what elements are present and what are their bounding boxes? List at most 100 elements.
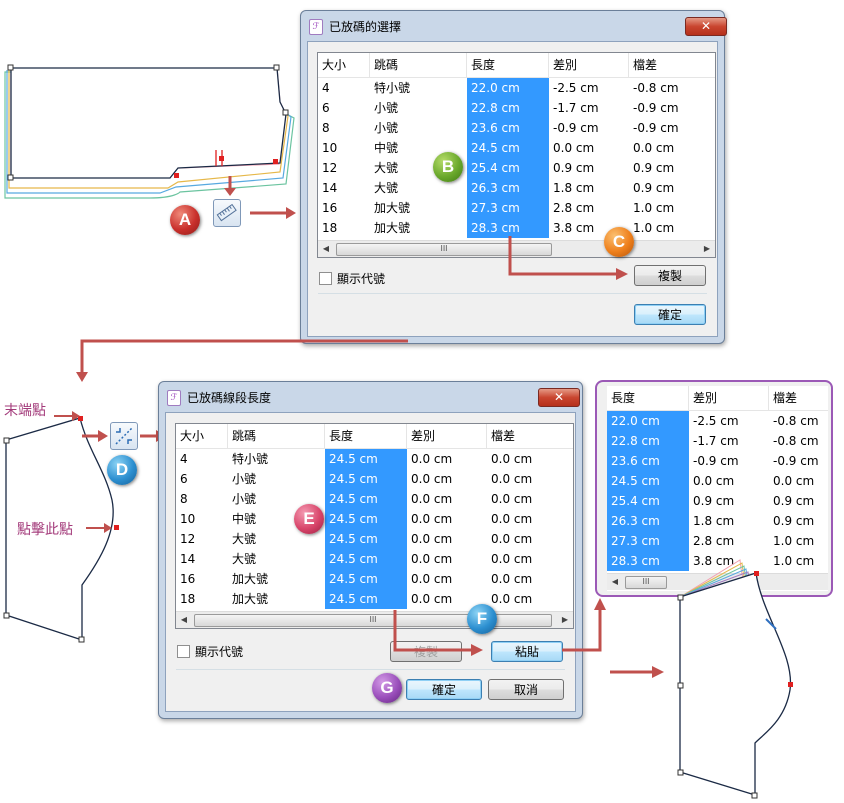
annotation-arrow-down-a [224,176,236,196]
cell-length: 24.5 cm [325,529,407,549]
dialog-titlebar: ℱ 已放碼線段長度 ✕ [159,382,582,412]
cell-diff: 1.8 cm [693,514,735,528]
app-icon: ℱ [167,390,181,406]
table-row[interactable]: 10 中號 24.5 cm 0.0 cm 0.0 cm [318,138,715,158]
scroll-thumb[interactable]: III [194,614,552,627]
table-row[interactable]: 4 特小號 22.0 cm -2.5 cm -0.8 cm [318,78,715,98]
scroll-left-icon[interactable]: ◀ [318,241,334,257]
cell-jump: 小號 [374,101,399,115]
measure-tool-button[interactable] [213,199,241,227]
annotation-arrow-to-paste [393,610,483,656]
cell-diff: -1.7 cm [693,434,739,448]
cell-length: 24.5 cm [325,549,407,569]
copy-button[interactable]: 複製 [634,265,706,286]
table-row[interactable]: 8 小號 23.6 cm -0.9 cm -0.9 cm [318,118,715,138]
segment-length-table[interactable]: 大小 跳碼 長度 差別 檔差 4 特小號 24.5 cm 0.0 cm 0.0 cm 6 小… [175,423,574,629]
col-header-jump[interactable]: 跳碼 [228,424,325,448]
scroll-thumb[interactable]: III [625,576,667,589]
col-header-grade[interactable]: 檔差 [487,424,573,448]
cell-grade: 1.0 cm [773,534,815,548]
cell-length: 24.5 cm [325,589,407,609]
cell-grade: 0.0 cm [491,492,533,506]
cancel-button[interactable]: 取消 [488,679,564,700]
cell-size: 4 [180,452,188,466]
col-header-grade[interactable]: 檔差 [629,53,715,77]
table-row[interactable]: 24.5 cm 0.0 cm 0.0 cm [607,471,828,491]
cell-size: 18 [180,592,196,606]
annotation-arrow-connector [76,339,408,382]
graded-segment-tool-button[interactable] [110,422,138,450]
table-row[interactable]: 23.6 cm -0.9 cm -0.9 cm [607,451,828,471]
cell-grade: -0.8 cm [633,81,679,95]
col-header-diff[interactable]: 差別 [549,53,629,77]
table-row[interactable]: 8 小號 24.5 cm 0.0 cm 0.0 cm [176,489,573,509]
scroll-left-icon[interactable]: ◀ [607,574,623,590]
scroll-left-icon[interactable]: ◀ [176,612,192,628]
ok-button[interactable]: 確定 [634,304,706,325]
cell-size: 16 [322,201,338,215]
cell-jump: 小號 [232,472,257,486]
col-header-grade[interactable]: 檔差 [769,386,828,410]
step-badge-e: E [294,504,324,534]
table-row[interactable]: 16 加大號 24.5 cm 0.0 cm 0.0 cm [176,569,573,589]
cell-length: 27.3 cm [467,198,549,218]
pattern-piece-graded-top [4,64,295,199]
cell-length: 26.3 cm [467,178,549,198]
table-row[interactable]: 12 大號 24.5 cm 0.0 cm 0.0 cm [176,529,573,549]
show-code-label: 顯示代號 [195,645,244,659]
table-row[interactable]: 14 大號 26.3 cm 1.8 cm 0.9 cm [318,178,715,198]
ok-button[interactable]: 確定 [406,679,482,700]
table-row[interactable]: 18 加大號 24.5 cm 0.0 cm 0.0 cm [176,589,573,609]
table-row[interactable]: 6 小號 24.5 cm 0.0 cm 0.0 cm [176,469,573,489]
cell-size: 14 [180,552,196,566]
col-header-length[interactable]: 長度 [607,386,689,410]
col-header-jump[interactable]: 跳碼 [370,53,467,77]
cell-diff: 0.0 cm [411,492,453,506]
table-row[interactable]: 16 加大號 27.3 cm 2.8 cm 1.0 cm [318,198,715,218]
table-row[interactable]: 4 特小號 24.5 cm 0.0 cm 0.0 cm [176,449,573,469]
cell-grade: -0.8 cm [773,414,819,428]
close-button[interactable]: ✕ [685,17,727,36]
cell-length: 24.5 cm [607,471,689,491]
cell-grade: -0.9 cm [633,101,679,115]
table-row[interactable]: 10 中號 24.5 cm 0.0 cm 0.0 cm [176,509,573,529]
cell-diff: 0.9 cm [693,494,735,508]
cell-length: 22.0 cm [607,411,689,431]
show-code-checkbox[interactable] [177,645,190,658]
col-header-length[interactable]: 長度 [467,53,549,77]
graded-table[interactable]: 大小 跳碼 長度 差別 檔差 4 特小號 22.0 cm -2.5 cm -0.8 cm… [317,52,716,258]
cell-diff: -0.9 cm [693,454,739,468]
paste-button[interactable]: 粘貼 [491,641,563,662]
cell-grade: 0.0 cm [491,512,533,526]
cell-grade: 0.0 cm [491,572,533,586]
cell-grade: 1.0 cm [633,201,675,215]
col-header-diff[interactable]: 差別 [407,424,487,448]
cell-grade: 0.0 cm [773,474,815,488]
cell-length: 23.6 cm [467,118,549,138]
table-row[interactable]: 18 加大號 28.3 cm 3.8 cm 1.0 cm [318,218,715,238]
cell-grade: 0.0 cm [491,452,533,466]
cell-size: 6 [180,472,188,486]
table-row[interactable]: 22.8 cm -1.7 cm -0.8 cm [607,431,828,451]
table-row[interactable]: 25.4 cm 0.9 cm 0.9 cm [607,491,828,511]
col-header-length[interactable]: 長度 [325,424,407,448]
cell-length: 24.5 cm [325,489,407,509]
table-row[interactable]: 27.3 cm 2.8 cm 1.0 cm [607,531,828,551]
show-code-checkbox[interactable] [319,272,332,285]
scroll-right-icon[interactable]: ▶ [699,241,715,257]
table-row[interactable]: 26.3 cm 1.8 cm 0.9 cm [607,511,828,531]
dialog-title: 已放碼線段長度 [187,391,272,405]
horizontal-scrollbar[interactable]: ◀ III ▶ [176,611,573,628]
cell-grade: 0.0 cm [491,472,533,486]
separator [176,669,565,670]
cell-length: 28.3 cm [467,218,549,238]
close-button[interactable]: ✕ [538,388,580,407]
table-row[interactable]: 12 大號 25.4 cm 0.9 cm 0.9 cm [318,158,715,178]
table-row[interactable]: 14 大號 24.5 cm 0.0 cm 0.0 cm [176,549,573,569]
table-row[interactable]: 22.0 cm -2.5 cm -0.8 cm [607,411,828,431]
col-header-diff[interactable]: 差別 [689,386,769,410]
col-header-size[interactable]: 大小 [176,424,228,448]
separator [318,293,707,294]
table-row[interactable]: 6 小號 22.8 cm -1.7 cm -0.9 cm [318,98,715,118]
col-header-size[interactable]: 大小 [318,53,370,77]
